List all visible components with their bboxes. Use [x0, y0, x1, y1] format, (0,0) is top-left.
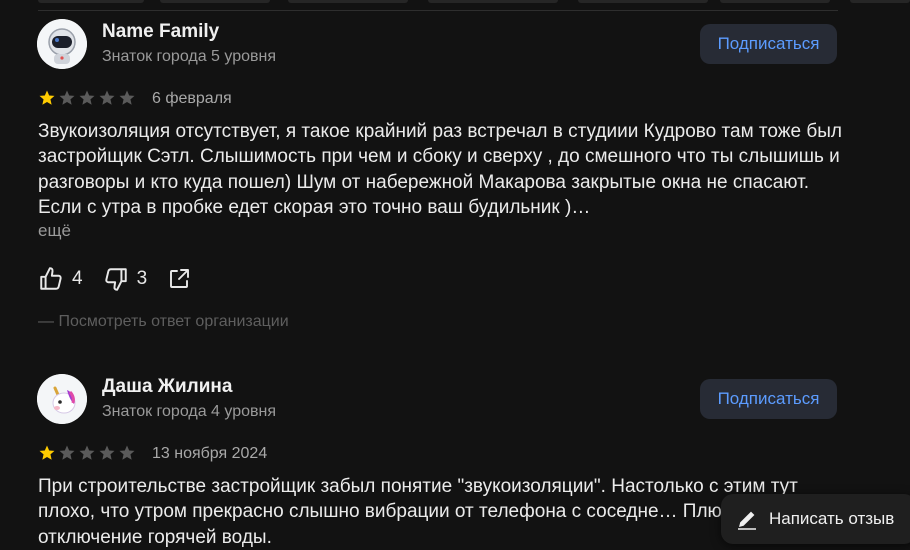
write-review-label: Написать отзыв: [769, 509, 895, 528]
avatar[interactable]: [37, 19, 87, 69]
dislike-button[interactable]: 3: [103, 266, 148, 292]
avatar[interactable]: [37, 374, 87, 424]
write-review-button[interactable]: Написать отзыв: [721, 494, 910, 544]
star-filled-icon: [39, 445, 55, 460]
star-empty-icon: [59, 90, 75, 105]
thumbs-up-icon: [40, 267, 62, 290]
star-empty-icon: [119, 445, 135, 460]
pencil-icon: [738, 511, 756, 530]
unicorn-icon: [37, 374, 87, 424]
share-icon: [170, 269, 190, 288]
rating-stars: [38, 444, 136, 462]
star-empty-icon: [79, 90, 95, 105]
author-level: Знаток города 5 уровня: [102, 48, 277, 65]
star-empty-icon: [99, 445, 115, 460]
thumbs-down-icon: [104, 268, 127, 291]
subscribe-button[interactable]: Подписаться: [700, 24, 837, 64]
review-date: 13 ноября 2024: [152, 445, 268, 462]
review-date: 6 февраля: [152, 90, 232, 107]
read-more-link[interactable]: ещё: [38, 221, 71, 241]
like-count: 4: [72, 268, 83, 289]
share-button[interactable]: [167, 267, 191, 291]
review-text: Звукоизоляция отсутствует, я такое крайн…: [38, 121, 842, 218]
astronaut-icon: [37, 19, 87, 69]
divider: [38, 10, 838, 11]
top-tab-stubs: [0, 0, 910, 4]
dislike-count: 3: [136, 268, 148, 289]
like-button[interactable]: 4: [38, 266, 83, 292]
review-actions: 4 3: [38, 266, 211, 292]
star-empty-icon: [119, 90, 135, 105]
author-level: Знаток города 4 уровня: [102, 403, 277, 420]
star-empty-icon: [99, 90, 115, 105]
rating-stars: [38, 89, 136, 107]
star-filled-icon: [39, 90, 55, 105]
author-name[interactable]: Даша Жилина: [102, 376, 232, 398]
author-name[interactable]: Name Family: [102, 21, 219, 43]
subscribe-button[interactable]: Подписаться: [700, 379, 837, 419]
star-empty-icon: [59, 445, 75, 460]
view-org-reply-link[interactable]: — Посмотреть ответ организации: [38, 313, 289, 331]
star-empty-icon: [79, 445, 95, 460]
